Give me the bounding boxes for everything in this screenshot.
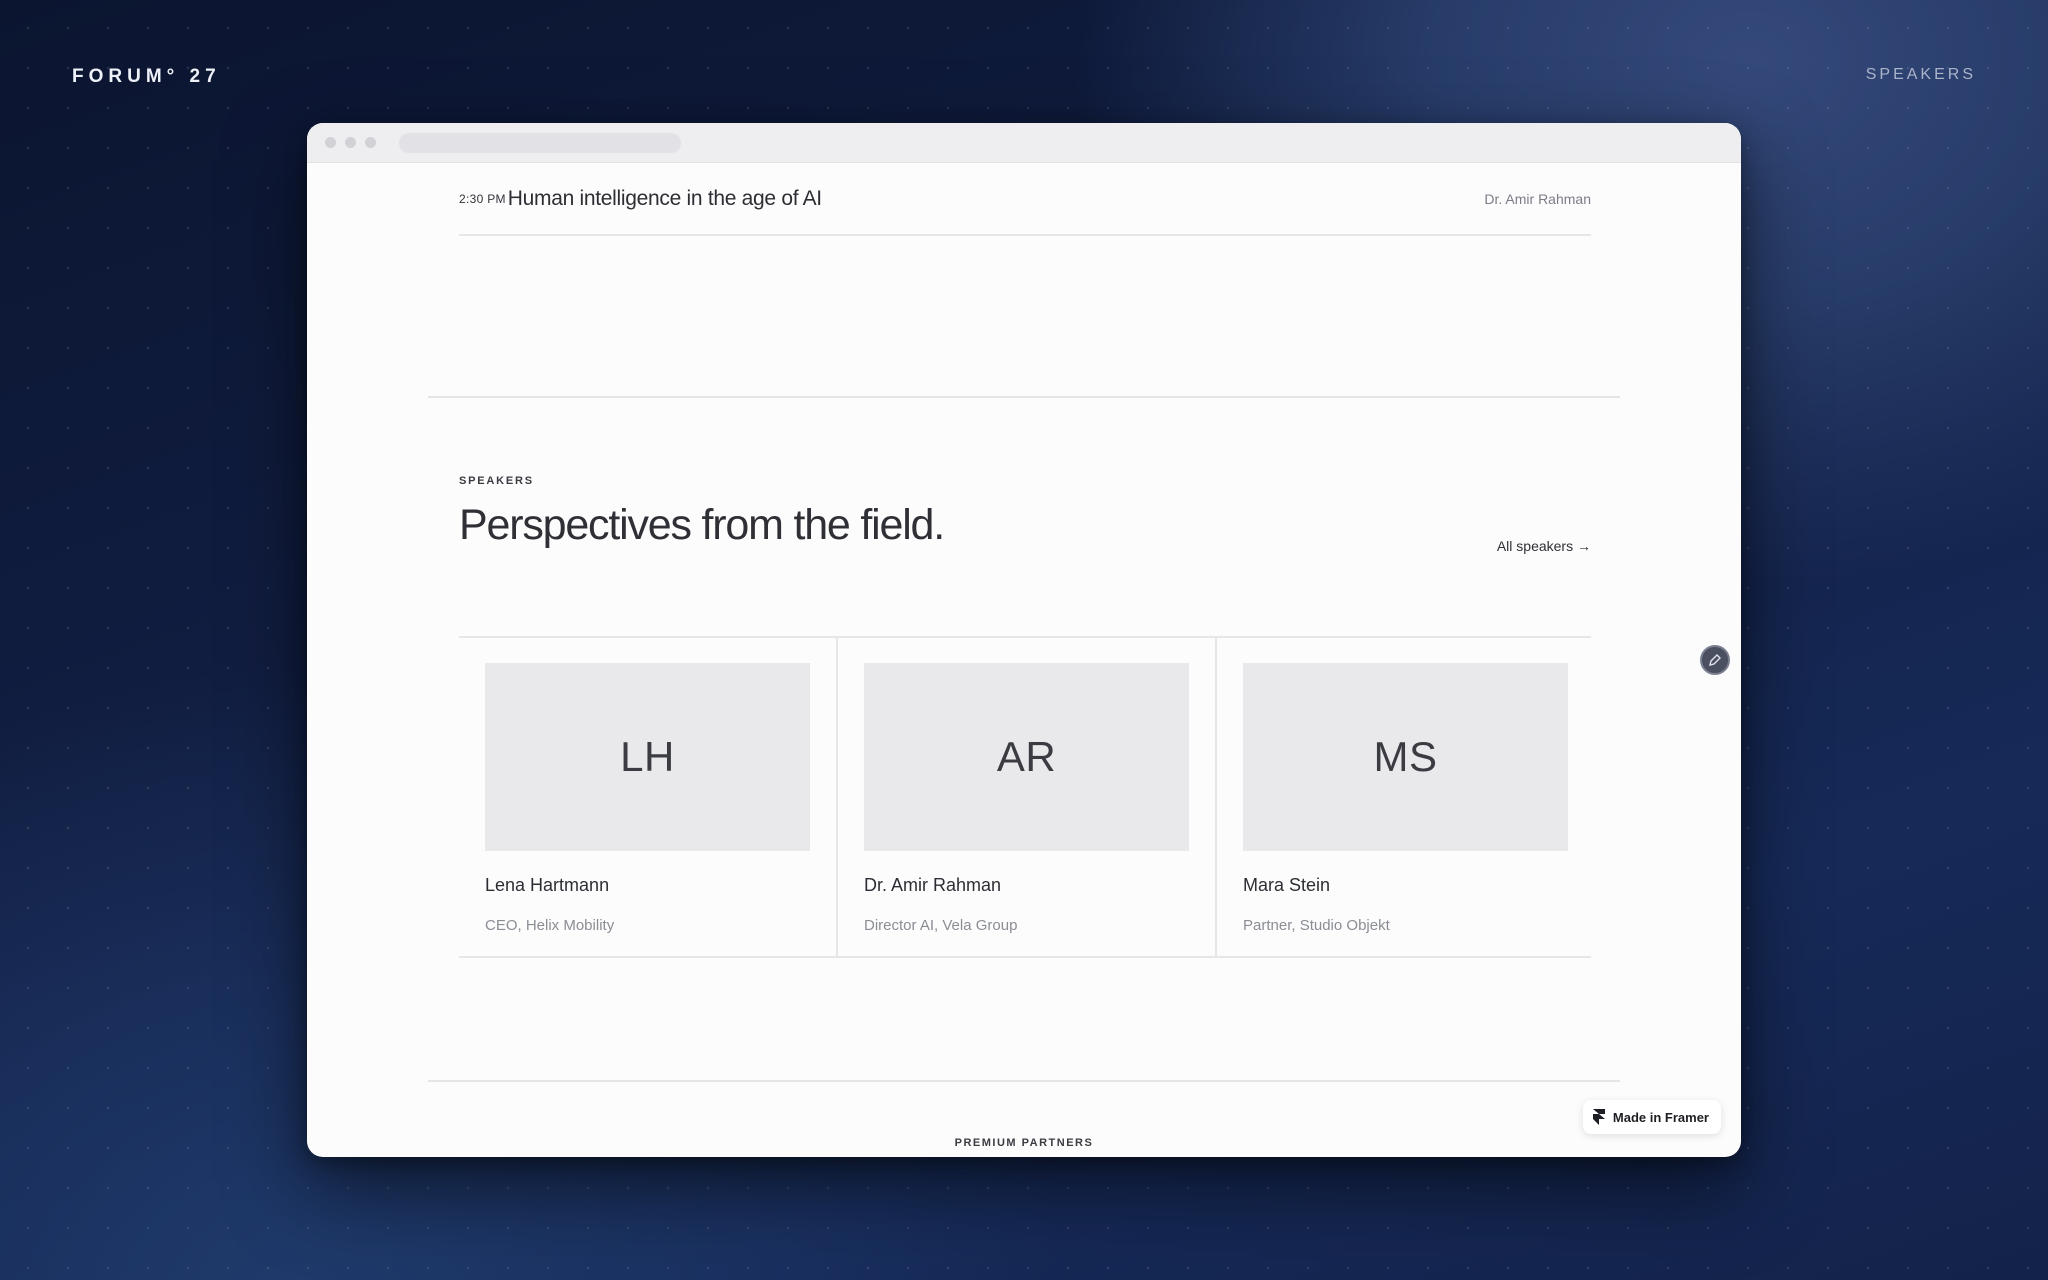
- speaker-card[interactable]: MS Mara Stein Partner, Studio Objekt: [1217, 638, 1594, 956]
- framer-logo-icon: [1592, 1109, 1605, 1125]
- partners-label: PREMIUM PARTNERS: [954, 1137, 1094, 1149]
- speaker-name: Mara Stein: [1243, 875, 1331, 895]
- made-in-framer-badge[interactable]: Made in Framer: [1582, 1100, 1721, 1134]
- browser-chrome: [307, 123, 1741, 163]
- edit-button[interactable]: [1700, 645, 1730, 675]
- speaker-name: Lena Hartmann: [485, 875, 610, 895]
- brand-logo[interactable]: FORUM° 27: [72, 66, 221, 88]
- window-maximize-dot[interactable]: [365, 137, 376, 148]
- agenda-title: Human intelligence in the age of AI: [507, 186, 822, 210]
- speaker-card[interactable]: AR Dr. Amir Rahman Director AI, Vela Gro…: [838, 638, 1217, 956]
- speaker-cards: LH Lena Hartmann CEO, Helix Mobility AR …: [459, 636, 1591, 958]
- nav-speakers-link[interactable]: SPEAKERS: [1866, 66, 1976, 84]
- speaker-name: Dr. Amir Rahman: [864, 875, 1002, 895]
- window-close-dot[interactable]: [325, 137, 336, 148]
- speaker-role: Partner, Studio Objekt: [1243, 917, 1390, 934]
- made-in-framer-label: Made in Framer: [1612, 1109, 1709, 1125]
- speaker-photo-placeholder: MS: [1243, 663, 1568, 851]
- section-heading: Perspectives from the field.: [459, 501, 945, 549]
- agenda-speaker: Dr. Amir Rahman: [1484, 190, 1591, 207]
- agenda-row[interactable]: 2:30 PM Human intelligence in the age of…: [459, 163, 1591, 236]
- speaker-photo-placeholder: LH: [485, 663, 810, 851]
- agenda-time: 2:30 PM: [459, 191, 506, 206]
- speaker-role: CEO, Helix Mobility: [485, 917, 615, 934]
- all-speakers-link[interactable]: All speakers →: [1497, 538, 1591, 554]
- window-minimize-dot[interactable]: [345, 137, 356, 148]
- speaker-card[interactable]: LH Lena Hartmann CEO, Helix Mobility: [459, 638, 838, 956]
- section-divider: [428, 396, 1620, 398]
- address-bar[interactable]: [399, 132, 681, 153]
- section-eyebrow: SPEAKERS: [459, 475, 534, 487]
- pencil-icon: [1709, 654, 1721, 666]
- page-content: 2:30 PM Human intelligence in the age of…: [307, 163, 1741, 1157]
- browser-window: 2:30 PM Human intelligence in the age of…: [307, 123, 1741, 1157]
- speaker-role: Director AI, Vela Group: [864, 917, 1018, 934]
- speaker-photo-placeholder: AR: [864, 663, 1189, 851]
- section-divider: [428, 1080, 1620, 1082]
